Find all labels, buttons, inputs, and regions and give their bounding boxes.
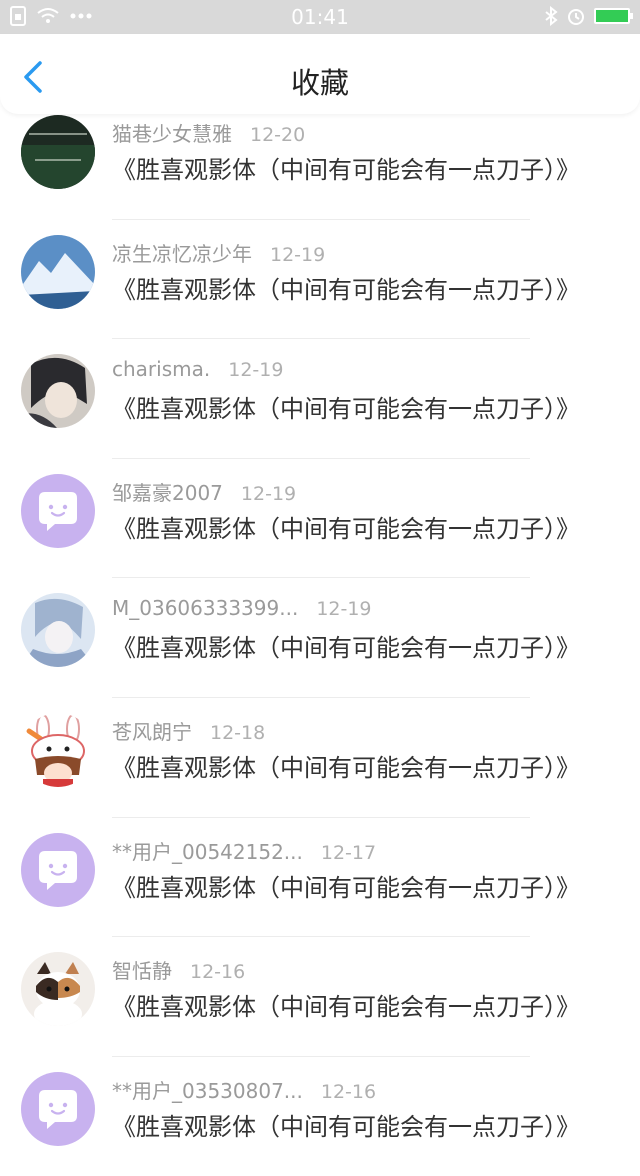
date: 12-16 [190, 961, 246, 984]
nav-header: 收藏 [0, 34, 640, 114]
work-title[interactable]: 《胜喜观影体（中间有可能会有一点刀子）》 [112, 628, 580, 663]
alarm-icon [568, 9, 584, 25]
work-title[interactable]: 《胜喜观影体（中间有可能会有一点刀子）》 [112, 1107, 580, 1142]
date: 12-19 [240, 482, 297, 505]
avatar[interactable] [21, 832, 95, 907]
battery-icon [594, 8, 633, 24]
bluetooth-icon [545, 6, 558, 26]
user-name: charisma. [112, 357, 211, 382]
list-item[interactable]: **用户_00542152... 12-17 《胜喜观影体（中间有可能会有一点刀… [0, 818, 640, 938]
avatar[interactable] [21, 234, 95, 309]
user-name: M_03606333399... [112, 596, 299, 621]
list-item[interactable]: 凉生凉忆凉少年 12-19 《胜喜观影体（中间有可能会有一点刀子）》 [0, 220, 640, 340]
work-title[interactable]: 《胜喜观影体（中间有可能会有一点刀子）》 [112, 270, 580, 305]
page-title: 收藏 [290, 66, 349, 100]
user-name: 邹嘉豪2007 [112, 480, 223, 505]
work-title[interactable]: 《胜喜观影体（中间有可能会有一点刀子）》 [112, 509, 580, 544]
date: 12-19 [270, 243, 326, 266]
avatar[interactable] [21, 1071, 95, 1146]
list-item[interactable]: 苍风朗宁 12-18 《胜喜观影体（中间有可能会有一点刀子）》 [0, 698, 640, 818]
list-item[interactable]: charisma. 12-19 《胜喜观影体（中间有可能会有一点刀子）》 [0, 339, 640, 459]
avatar[interactable] [21, 712, 95, 787]
status-bar: 01:41 [0, 0, 640, 34]
date: 12-19 [228, 359, 284, 382]
work-title[interactable]: 《胜喜观影体（中间有可能会有一点刀子）》 [112, 748, 580, 783]
avatar[interactable] [21, 115, 95, 189]
user-name: 凉生凉忆凉少年 [112, 241, 252, 266]
work-title[interactable]: 《胜喜观影体（中间有可能会有一点刀子）》 [112, 389, 580, 424]
status-right-icons [544, 6, 633, 26]
list-item[interactable]: 智恬静 12-16 《胜喜观影体（中间有可能会有一点刀子）》 [0, 937, 640, 1057]
work-title[interactable]: 《胜喜观影体（中间有可能会有一点刀子）》 [112, 150, 580, 185]
avatar[interactable] [21, 354, 95, 429]
user-name: 智恬静 [112, 959, 172, 984]
favorites-list: 猫巷少女慧雅 12-20 《胜喜观影体（中间有可能会有一点刀子）》 凉生凉忆凉少… [0, 100, 640, 1176]
user-name: **用户_03530807... [112, 1078, 303, 1103]
date: 12-18 [210, 721, 266, 744]
date: 12-19 [316, 598, 372, 621]
avatar[interactable] [21, 473, 95, 548]
avatar[interactable] [21, 952, 95, 1027]
list-item[interactable]: 邹嘉豪2007 12-19 《胜喜观影体（中间有可能会有一点刀子）》 [0, 459, 640, 579]
avatar[interactable] [21, 593, 95, 668]
work-title[interactable]: 《胜喜观影体（中间有可能会有一点刀子）》 [112, 868, 580, 903]
list-item[interactable]: **用户_03530807... 12-16 《胜喜观影体（中间有可能会有一点刀… [0, 1057, 640, 1176]
date: 12-20 [250, 124, 306, 146]
list-item[interactable]: 猫巷少女慧雅 12-20 《胜喜观影体（中间有可能会有一点刀子）》 [0, 100, 640, 220]
list-item[interactable]: M_03606333399... 12-19 《胜喜观影体（中间有可能会有一点刀… [0, 578, 640, 698]
user-name: **用户_00542152... [112, 839, 303, 864]
date: 12-16 [320, 1080, 377, 1103]
user-name: 苍风朗宁 [112, 719, 192, 744]
user-name: 猫巷少女慧雅 [112, 122, 232, 146]
work-title[interactable]: 《胜喜观影体（中间有可能会有一点刀子）》 [112, 987, 580, 1022]
date: 12-17 [320, 841, 377, 864]
